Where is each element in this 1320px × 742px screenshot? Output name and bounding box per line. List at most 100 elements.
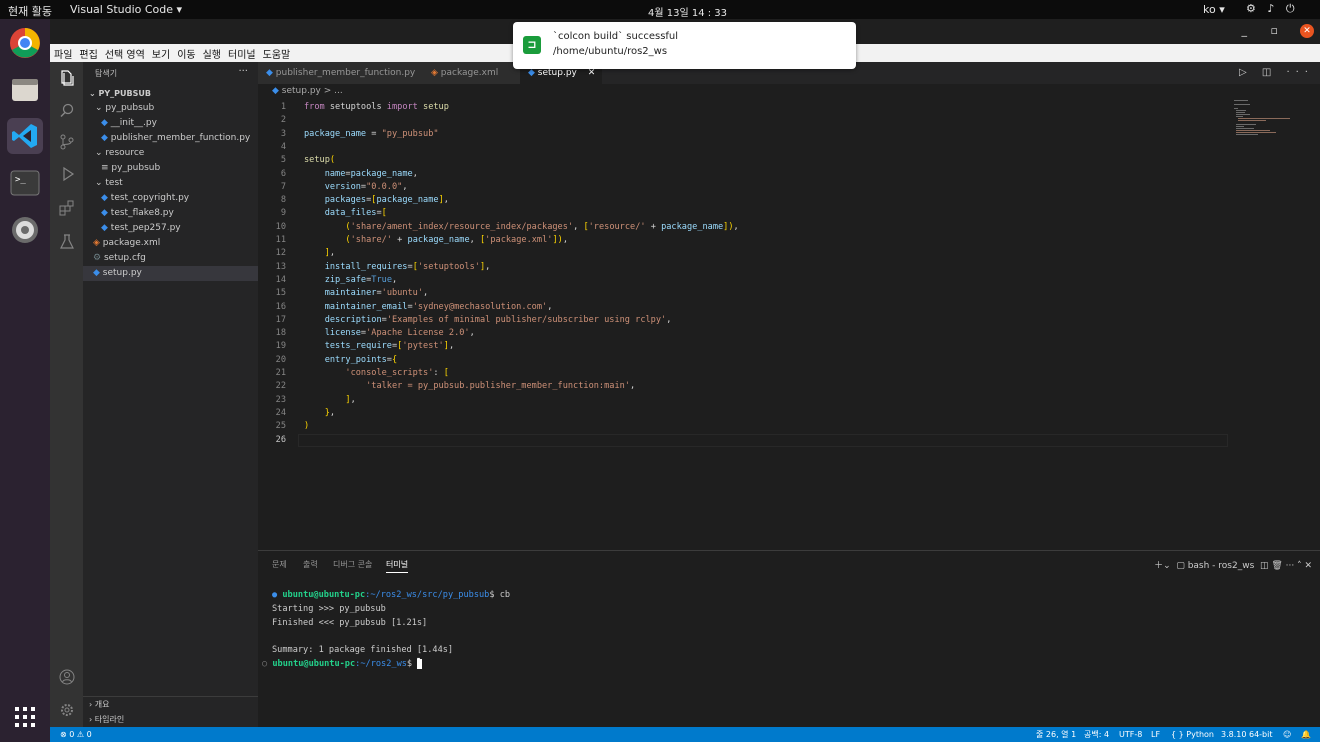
menu-edit[interactable]: 편집: [79, 46, 97, 62]
code-line[interactable]: zip_safe=True,: [304, 275, 397, 285]
tree-file[interactable]: ◆ __init__.py: [83, 116, 258, 131]
tree-folder[interactable]: ⌄ test: [83, 176, 258, 191]
accounts-icon[interactable]: [57, 667, 77, 687]
testing-icon[interactable]: [57, 232, 77, 252]
code-line[interactable]: maintainer='ubuntu',: [304, 288, 429, 298]
terminal-prompt[interactable]: ○ ubuntu@ubuntu-pc:~/ros2_ws$ ▌: [262, 659, 423, 669]
tree-file[interactable]: ◆ publisher_member_function.py: [83, 131, 258, 146]
tab-publisher[interactable]: ◆ publisher_member_function.py: [258, 62, 423, 84]
code-line[interactable]: maintainer_email='sydney@mechasolution.c…: [304, 302, 553, 312]
menu-go[interactable]: 이동: [177, 46, 195, 62]
run-debug-icon[interactable]: [57, 164, 77, 184]
panel-tab-terminal[interactable]: 터미널: [386, 559, 409, 573]
code-line[interactable]: name=package_name,: [304, 169, 418, 179]
code-line[interactable]: version="0.0.0",: [304, 182, 408, 192]
menu-run[interactable]: 실행: [203, 46, 221, 62]
tree-file[interactable]: ◈ package.xml: [83, 236, 258, 251]
more-actions-icon[interactable]: ···: [238, 66, 248, 77]
code-line[interactable]: tests_require=['pytest'],: [304, 341, 454, 351]
terminal-icon[interactable]: >_: [7, 165, 43, 201]
tab-package-xml[interactable]: ◈ package.xml: [423, 62, 520, 84]
editor-actions[interactable]: ▷ ◫ ···: [1239, 67, 1314, 78]
code-line[interactable]: ('share/' + package_name, ['package.xml'…: [304, 235, 568, 245]
explorer-icon[interactable]: [57, 68, 77, 88]
panel-tab-debug-console[interactable]: 디버그 콘솔: [333, 559, 372, 570]
extensions-icon[interactable]: [57, 198, 77, 218]
window-controls[interactable]: _ ▫: [1242, 24, 1288, 37]
cursor-position[interactable]: 줄 26, 열 1: [1036, 727, 1076, 742]
terminal-controls[interactable]: ＋⌄ ▢ bash - ros2_ws ◫ 🗑 ··· ˄ ✕: [1154, 558, 1312, 571]
ubuntu-dock: >_: [0, 19, 50, 742]
notification-body: /home/ubuntu/ros2_ws: [553, 46, 668, 57]
end-of-line[interactable]: LF: [1151, 727, 1160, 742]
code-line[interactable]: ],: [304, 395, 355, 405]
code-line[interactable]: from setuptools import setup: [304, 102, 449, 112]
tree-file[interactable]: ◆ test_flake8.py: [83, 206, 258, 221]
outline-section[interactable]: › 개요: [83, 697, 258, 712]
code-line[interactable]: 'talker = py_pubsub.publisher_member_fun…: [304, 381, 635, 391]
notifications-bell-icon[interactable]: 🔔: [1301, 727, 1311, 742]
chrome-icon[interactable]: [7, 25, 43, 61]
vscode-icon[interactable]: [7, 118, 43, 154]
code-line[interactable]: ],: [304, 248, 335, 258]
tree-file[interactable]: ◆ test_copyright.py: [83, 191, 258, 206]
feedback-icon[interactable]: ☺: [1283, 727, 1291, 742]
code-line[interactable]: package_name = "py_pubsub": [304, 129, 439, 139]
code-line[interactable]: packages=[package_name],: [304, 195, 449, 205]
close-tab-icon[interactable]: ✕: [588, 68, 596, 78]
code-line[interactable]: data_files=[: [304, 208, 387, 218]
line-number: 12: [275, 248, 286, 259]
tree-folder[interactable]: ⌄ py_pubsub: [83, 101, 258, 116]
code-line[interactable]: install_requires=['setuptools'],: [304, 262, 491, 272]
code-editor[interactable]: 1 from setuptools import setup 2 3 package_n…: [258, 99, 1228, 549]
clock[interactable]: 4월 13일 14 : 33: [648, 4, 727, 19]
explorer-title: 탐색기: [95, 69, 118, 78]
code-line[interactable]: setup(: [304, 155, 335, 165]
code-line[interactable]: entry_points={: [304, 355, 397, 365]
menu-selection[interactable]: 선택 영역: [105, 46, 145, 62]
code-line[interactable]: description='Examples of minimal publish…: [304, 315, 672, 325]
terminal-line: Starting >>> py_pubsub: [272, 604, 386, 614]
python-interpreter[interactable]: 3.8.10 64-bit: [1221, 727, 1273, 742]
files-icon[interactable]: [7, 72, 43, 108]
panel-tab-problems[interactable]: 문제: [272, 559, 287, 570]
activities-button[interactable]: 현재 활동: [8, 3, 52, 19]
notification-toast[interactable]: ⊐ `colcon build` successful /home/ubuntu…: [513, 22, 856, 69]
indentation[interactable]: 공백: 4: [1084, 727, 1109, 742]
tree-file-selected[interactable]: ◆ setup.py: [83, 266, 258, 281]
line-number: 25: [275, 421, 286, 432]
encoding[interactable]: UTF-8: [1119, 727, 1142, 742]
problems-status[interactable]: ⊗ 0 ⚠ 0: [60, 727, 92, 742]
manage-gear-icon[interactable]: [57, 700, 77, 720]
close-window-icon[interactable]: ✕: [1300, 24, 1314, 38]
code-line[interactable]: 'console_scripts': [: [304, 368, 449, 378]
code-line[interactable]: ('share/ament_index/resource_index/packa…: [304, 222, 738, 232]
code-line[interactable]: license='Apache License 2.0',: [304, 328, 475, 338]
code-line[interactable]: },: [304, 408, 335, 418]
tree-folder[interactable]: ⌄ resource: [83, 146, 258, 161]
timeline-section[interactable]: › 타임라인: [83, 712, 258, 727]
terminal-shell-label[interactable]: bash - ros2_ws: [1188, 561, 1255, 571]
system-tray[interactable]: ⚙ ♪ ⏻: [1246, 2, 1299, 16]
line-number: 11: [275, 235, 286, 245]
input-method[interactable]: ko ▾: [1203, 3, 1225, 16]
app-menu[interactable]: Visual Studio Code ▾: [70, 3, 182, 16]
tree-file[interactable]: ≡ py_pubsub: [83, 161, 258, 176]
menu-view[interactable]: 보기: [152, 46, 170, 62]
tree-file[interactable]: ⚙ setup.cfg: [83, 251, 258, 266]
menu-help[interactable]: 도움말: [263, 46, 291, 62]
notification-title: `colcon build` successful: [553, 31, 679, 42]
source-control-icon[interactable]: [57, 132, 77, 152]
breadcrumb[interactable]: ◆ setup.py > ...: [258, 84, 1320, 99]
minimap[interactable]: [1232, 99, 1312, 139]
panel-tab-output[interactable]: 출력: [303, 559, 318, 570]
tree-root[interactable]: ⌄ PY_PUBSUB: [83, 86, 258, 101]
tree-file[interactable]: ◆ test_pep257.py: [83, 221, 258, 236]
language-mode[interactable]: { } Python: [1171, 727, 1214, 742]
settings-icon[interactable]: [7, 212, 43, 248]
show-apps-icon[interactable]: [7, 699, 43, 735]
menu-file[interactable]: 파일: [54, 46, 72, 62]
code-line[interactable]: ): [304, 421, 309, 431]
search-icon[interactable]: [57, 100, 77, 120]
menu-terminal[interactable]: 터미널: [228, 46, 256, 62]
